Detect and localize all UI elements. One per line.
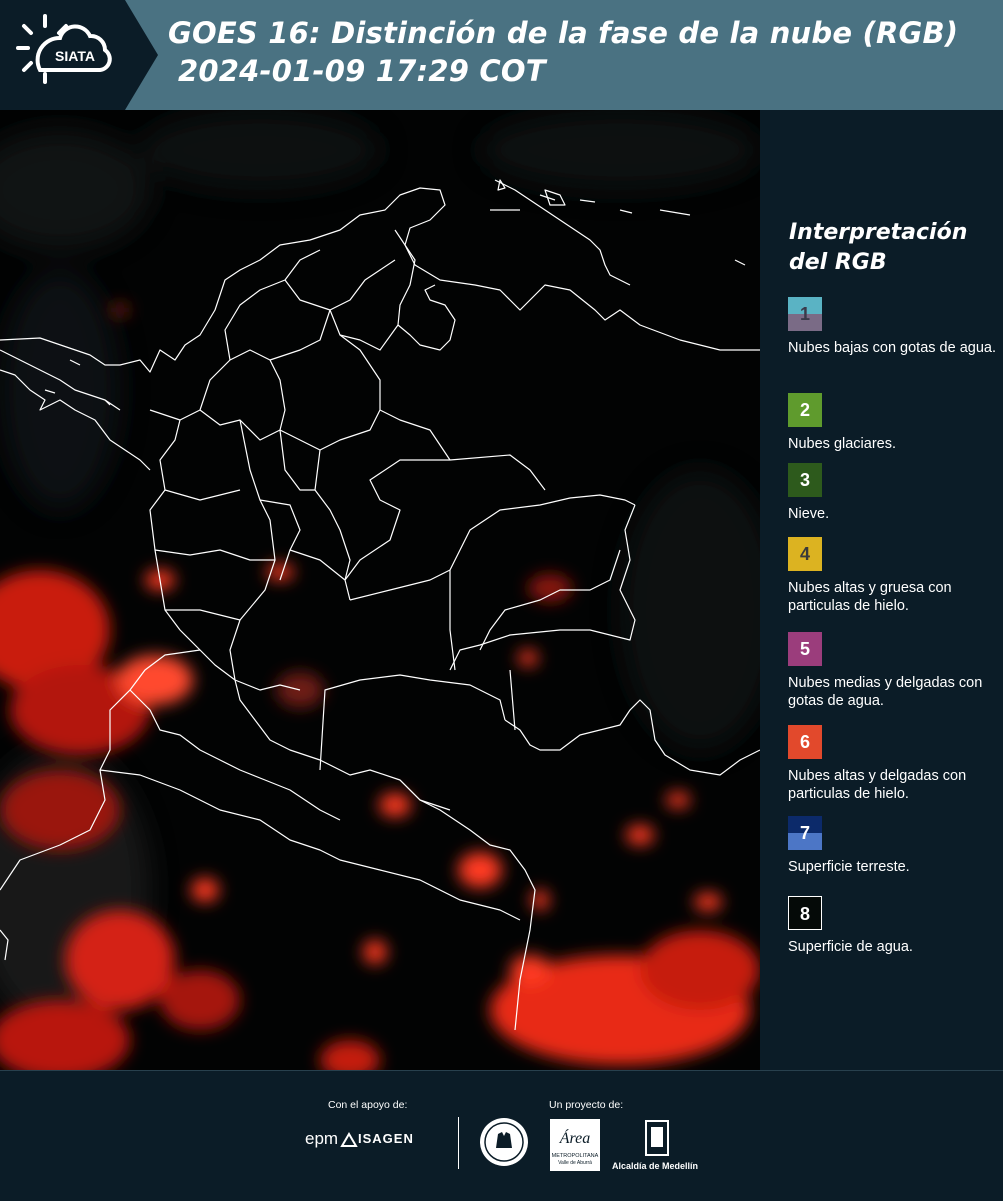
footer-bar: Con el apoyo de: Un proyecto de: epm ISA… — [0, 1070, 1003, 1201]
area-logo-title: Área — [559, 1128, 591, 1147]
footer-divider — [458, 1117, 459, 1169]
legend-label: Nubes altas y gruesa con particulas de h… — [788, 580, 952, 614]
legend-number: 5 — [799, 639, 810, 659]
title-line-1: GOES 16: Distinción de la fase de la nub… — [168, 16, 959, 50]
legend-panel: Interpretación del RGB 1 Nubes bajas con … — [760, 110, 1003, 1070]
legend-item-8: 8 Superficie de agua. — [788, 896, 1003, 956]
legend-swatch: 4 — [788, 537, 822, 571]
siata-logo: SIATA — [0, 0, 160, 110]
legend-number: 7 — [799, 823, 810, 843]
legend-number: 2 — [799, 400, 810, 420]
area-logo-sub2: Valle de Aburrá — [558, 1160, 592, 1166]
title-line-2: 2024-01-09 17:29 COT — [178, 54, 546, 88]
legend-item-1: 1 Nubes bajas con gotas de agua. — [788, 297, 1003, 357]
legend-label: Nieve. — [788, 506, 830, 522]
legend-title: Interpretación del RGB — [789, 220, 968, 275]
header-bar: SIATA GOES 16: Distinción de la fase de … — [0, 0, 1003, 110]
legend-swatch: 3 — [788, 463, 822, 497]
legend-number: 4 — [799, 544, 810, 564]
legend-label: Superficie terreste. — [788, 859, 910, 875]
legend-number: 6 — [799, 732, 810, 752]
background-texture — [0, 110, 760, 1030]
legend-number: 8 — [799, 904, 810, 924]
isagen-logo-text: ISAGEN — [358, 1131, 414, 1146]
legend-label: Nubes glaciares. — [788, 436, 896, 452]
legend-swatch: 6 — [788, 725, 822, 759]
siata-logo-text: SIATA — [55, 48, 95, 64]
legend-label: Nubes altas y delgadas con particulas de… — [788, 768, 967, 802]
legend-swatch: 8 — [788, 896, 822, 930]
legend-label: Superficie de agua. — [788, 939, 913, 955]
satellite-map — [0, 110, 760, 1070]
legend-item-7: 7 Superficie terreste. — [788, 816, 1003, 876]
medellin-logo-text: Alcaldía de Medellín — [612, 1161, 699, 1171]
page-title: GOES 16: Distinción de la fase de la nub… — [168, 14, 958, 90]
legend-number: 1 — [799, 304, 810, 324]
legend-swatch: 1 — [788, 297, 822, 331]
legend-item-5: 5 Nubes medias y delgadas con gotas de ag… — [788, 632, 1003, 710]
legend-label: Nubes bajas con gotas de agua. — [788, 340, 996, 356]
support-label: Con el apoyo de: — [328, 1099, 408, 1111]
legend-item-3: 3 Nieve. — [788, 463, 1003, 523]
legend-swatch: 5 — [788, 632, 822, 666]
epm-logo: epm — [305, 1129, 339, 1148]
legend-number: 3 — [799, 470, 810, 490]
area-logo-sub1: METROPOLITANA — [552, 1153, 599, 1159]
legend-item-6: 6 Nubes altas y delgadas con particulas d… — [788, 725, 1003, 803]
legend-swatch: 2 — [788, 393, 822, 427]
project-label: Un proyecto de: — [549, 1099, 624, 1111]
legend-swatch: 7 — [788, 816, 822, 850]
legend-item-2: 2 Nubes glaciares. — [788, 393, 1003, 453]
legend-item-4: 4 Nubes altas y gruesa con particulas de … — [788, 537, 1003, 615]
legend-label: Nubes medias y delgadas con gotas de agu… — [788, 675, 983, 709]
